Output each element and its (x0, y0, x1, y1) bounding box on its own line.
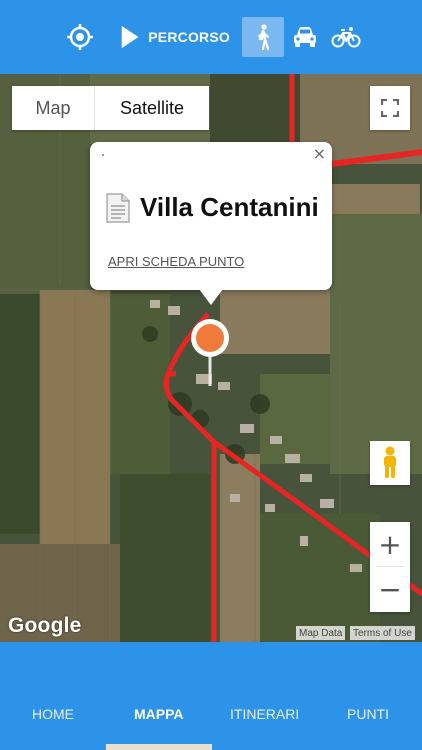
bottom-navigation: HOME MAPPA ITINERARI PUNTI (0, 642, 422, 750)
terms-of-use-link[interactable]: Terms of Use (350, 626, 415, 640)
top-toolbar: PERCORSO (0, 0, 422, 74)
zoom-out-button[interactable]: − (370, 567, 410, 611)
fullscreen-button[interactable] (370, 86, 410, 130)
walk-mode-button[interactable] (242, 17, 284, 57)
crosshair-icon (67, 24, 93, 50)
map-type-toggle: Map Satellite (12, 86, 209, 130)
car-mode-button[interactable] (290, 20, 320, 54)
route-label: PERCORSO (148, 29, 230, 45)
popup-dot (102, 154, 104, 156)
open-point-card-link[interactable]: APRI SCHEDA PUNTO (108, 254, 244, 269)
info-popup: × Villa Centanini APRI SCHEDA PUNTO (90, 142, 332, 290)
popup-close-button[interactable]: × (313, 144, 326, 163)
street-view-button[interactable] (370, 441, 410, 485)
active-tab-indicator (106, 744, 212, 750)
fullscreen-icon (381, 99, 399, 117)
zoom-in-button[interactable]: + (370, 522, 410, 566)
map-type-map-button[interactable]: Map (12, 86, 95, 130)
map-type-satellite-button[interactable]: Satellite (95, 86, 209, 130)
zoom-control: + − (370, 522, 410, 612)
map-data-link[interactable]: Map Data (296, 626, 346, 640)
nav-itinerari[interactable]: ITINERARI (230, 706, 299, 722)
car-icon (294, 27, 316, 47)
popup-tail (199, 289, 223, 305)
location-marker-icon[interactable] (190, 316, 230, 388)
document-icon (106, 192, 130, 223)
nav-home[interactable]: HOME (32, 706, 74, 722)
popup-title-row: Villa Centanini (106, 192, 319, 223)
walk-icon (258, 24, 270, 51)
locate-button[interactable] (64, 20, 96, 54)
route-button[interactable]: PERCORSO (118, 20, 230, 54)
nav-mappa[interactable]: MAPPA (134, 706, 184, 722)
nav-punti[interactable]: PUNTI (347, 706, 389, 722)
google-logo: Google (8, 614, 82, 637)
bike-icon (331, 27, 361, 48)
popup-title: Villa Centanini (140, 192, 319, 222)
pegman-icon (384, 446, 396, 478)
play-icon (121, 25, 139, 49)
bike-mode-button[interactable] (330, 20, 362, 54)
